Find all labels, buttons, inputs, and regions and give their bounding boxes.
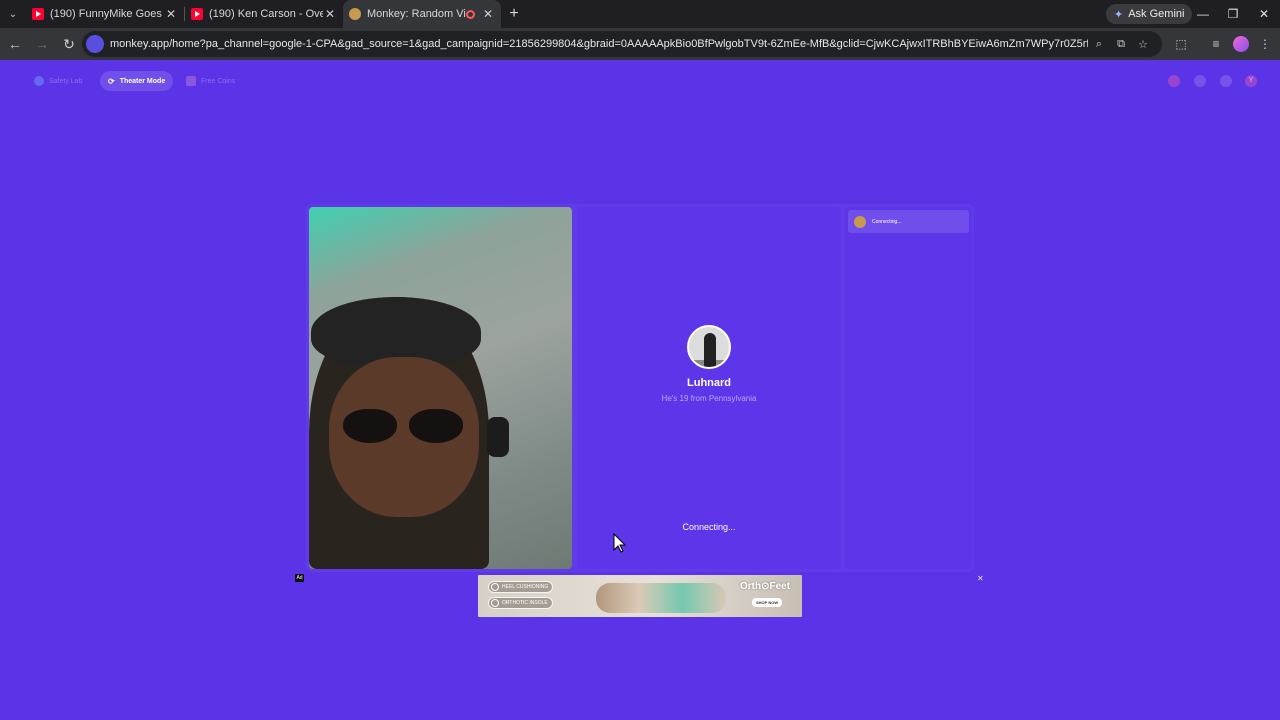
theater-mode-label: Theater Mode	[119, 77, 166, 85]
tab-strip: ⌄ (190) FunnyMike Goes To A RA... ✕ (190…	[0, 0, 1280, 28]
peer-avatar	[687, 325, 731, 369]
heel-icon	[491, 583, 499, 591]
extensions-icon[interactable]: ⬚	[1169, 32, 1193, 56]
avatar-figure	[704, 333, 716, 367]
tab-title: Monkey: Random Video Ch...	[367, 8, 466, 20]
profile-avatar[interactable]	[1229, 32, 1253, 56]
theater-mode-icon: ⟳	[108, 76, 115, 86]
recording-icon	[466, 9, 475, 19]
ad-chip-heel: HEEL CUSHIONING	[488, 581, 554, 593]
app-header: Safety Lab ⟳ Theater Mode Free Coins Y	[0, 60, 1280, 102]
ad-chip-heel-label: HEEL CUSHIONING	[502, 584, 549, 590]
close-icon[interactable]: ✕	[481, 7, 495, 21]
close-icon[interactable]: ✕	[323, 7, 337, 21]
install-app-icon[interactable]: ⧉	[1110, 38, 1132, 51]
url-text[interactable]: monkey.app/home?pa_channel=google-1-CPA&…	[110, 38, 1088, 50]
history-icon[interactable]	[1194, 75, 1206, 87]
close-icon[interactable]: ✕	[164, 7, 178, 21]
ad-banner[interactable]: HEEL CUSHIONING ORTHOTIC INSOLE Orth⊙Fee…	[478, 575, 802, 617]
minimize-button[interactable]: —	[1188, 0, 1218, 28]
chat-status-row: Connecting...	[848, 210, 969, 233]
new-tab-button[interactable]: +	[501, 5, 527, 23]
chat-side-panel: Connecting...	[845, 207, 972, 569]
ask-gemini-button[interactable]: ✦ Ask Gemini	[1106, 4, 1193, 24]
tab-monkey[interactable]: Monkey: Random Video Ch... ✕	[343, 0, 501, 28]
browser-toolbar: ← → ↻ monkey.app/home?pa_channel=google-…	[0, 28, 1280, 60]
camera-lens-right	[409, 409, 463, 443]
zoom-icon[interactable]: ⌕	[1088, 38, 1110, 51]
free-coins-label: Free Coins	[201, 77, 236, 85]
tab-ken-carson[interactable]: (190) Ken Carson - Overtime (O... ✕	[185, 0, 343, 28]
tab-funnymike[interactable]: (190) FunnyMike Goes To A RA... ✕	[26, 0, 184, 28]
safety-lab-label: Safety Lab	[49, 77, 83, 85]
ad-chip-insole-label: ORTHOTIC INSOLE	[502, 600, 548, 606]
connection-status: Connecting...	[682, 522, 736, 532]
user-avatar[interactable]: Y	[1245, 75, 1257, 87]
tab-title: (190) Ken Carson - Overtime (O...	[209, 8, 323, 20]
camera-sunglasses	[339, 409, 479, 445]
gift-icon	[186, 76, 196, 86]
profile-icon	[1233, 36, 1249, 52]
bookmark-star-icon[interactable]: ☆	[1132, 38, 1154, 51]
ad-shop-now-button[interactable]: SHOP NOW	[752, 598, 783, 607]
address-bar[interactable]: monkey.app/home?pa_channel=google-1-CPA&…	[82, 31, 1162, 57]
peer-info: He's 19 from Pennsylvania	[661, 394, 757, 403]
peer-name: Luhnard	[687, 377, 731, 389]
ask-gemini-label: Ask Gemini	[1128, 8, 1185, 20]
youtube-icon	[32, 8, 44, 20]
monkey-icon	[349, 8, 361, 20]
site-info-icon[interactable]	[86, 35, 104, 53]
tab-title: (190) FunnyMike Goes To A RA...	[50, 8, 164, 20]
safety-lab-button[interactable]: Safety Lab	[26, 71, 90, 91]
ad-badge: Ad	[295, 574, 304, 582]
camera-headphone	[487, 417, 509, 457]
chat-status-text: Connecting...	[872, 218, 902, 225]
theater-mode-button[interactable]: ⟳ Theater Mode	[100, 71, 174, 91]
ad-close-icon[interactable]: ✕	[977, 574, 984, 583]
media-controls-icon[interactable]: ≡	[1204, 32, 1228, 56]
messages-icon[interactable]	[1220, 75, 1232, 87]
insole-icon	[491, 599, 499, 607]
restore-button[interactable]: ❐	[1218, 0, 1248, 28]
menu-kebab-icon[interactable]: ⋮	[1253, 32, 1277, 56]
self-camera-video	[309, 207, 572, 569]
coins-icon[interactable]	[1168, 75, 1180, 87]
peer-video-pane: Luhnard He's 19 from Pennsylvania Connec…	[577, 207, 841, 569]
ad-brand-logo: Orth⊙Feet	[740, 581, 791, 592]
back-button[interactable]: ←	[3, 32, 27, 56]
mouse-cursor-icon	[613, 533, 627, 553]
safety-lab-icon	[34, 76, 44, 86]
monkey-icon	[854, 215, 866, 228]
camera-lens-left	[343, 409, 397, 443]
youtube-icon	[191, 8, 203, 20]
close-window-button[interactable]: ✕	[1249, 0, 1279, 28]
ad-chip-insole: ORTHOTIC INSOLE	[488, 597, 553, 609]
reload-button[interactable]: ↻	[57, 32, 81, 56]
forward-button[interactable]: →	[30, 32, 54, 56]
tab-search-icon[interactable]: ⌄	[0, 0, 26, 28]
ad-sandal-image	[596, 583, 726, 613]
free-coins-button[interactable]: Free Coins	[178, 71, 243, 91]
gemini-icon: ✦	[1114, 8, 1124, 21]
